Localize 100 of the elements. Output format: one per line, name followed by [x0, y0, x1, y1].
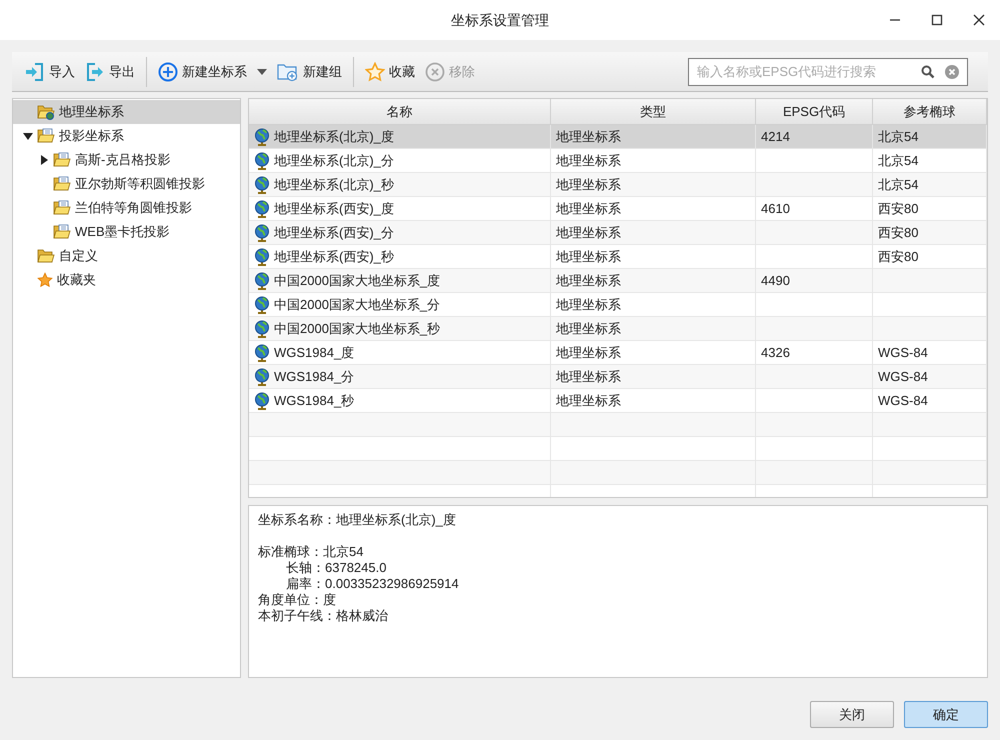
- globe-icon: [254, 176, 270, 194]
- table-cell-text: 地理坐标系: [556, 248, 621, 266]
- collapsed-arrow-icon[interactable]: [40, 155, 48, 165]
- globe-icon: [254, 128, 270, 146]
- window-title: 坐标系设置管理: [451, 10, 549, 30]
- detail-value: 格林威治: [336, 607, 388, 626]
- table-cell-text: WGS1984_度: [274, 344, 354, 362]
- table-cell-text: 地理坐标系: [556, 320, 621, 338]
- table-cell-text: 地理坐标系: [556, 344, 621, 362]
- detail-value: 北京54: [323, 543, 364, 562]
- import-icon: [25, 62, 45, 82]
- table-cell-text: 地理坐标系: [556, 296, 621, 314]
- table-row[interactable]: 地理坐标系(北京)_度 地理坐标系 4214 北京54: [249, 125, 987, 149]
- table-row[interactable]: 地理坐标系(西安)_分 地理坐标系 西安80: [249, 221, 987, 245]
- globe-icon: [254, 344, 270, 362]
- toolbar-button[interactable]: 新建坐标系: [154, 56, 271, 86]
- table-cell-text: 地理坐标系: [556, 128, 621, 146]
- table-cell-text: WGS-84: [878, 392, 928, 410]
- table-cell-text: 北京54: [878, 176, 918, 194]
- table-row[interactable]: 地理坐标系(西安)_秒 地理坐标系 西安80: [249, 245, 987, 269]
- toolbar-button[interactable]: 收藏: [361, 56, 419, 86]
- export-icon: [85, 62, 105, 82]
- table-cell-text: 地理坐标系(西安)_秒: [274, 248, 394, 266]
- star-icon: [365, 62, 385, 82]
- table-cell-text: 北京54: [878, 128, 918, 146]
- folder-grid-icon: [53, 224, 71, 240]
- globe-icon: [254, 368, 270, 386]
- folder-grid-icon: [37, 128, 55, 144]
- globe-icon: [254, 392, 270, 410]
- tree-item[interactable]: 收藏夹: [13, 268, 240, 292]
- table-cell-text: 地理坐标系: [556, 176, 621, 194]
- search-input[interactable]: 输入名称或EPSG代码进行搜索: [697, 62, 921, 82]
- detail-label: 本初子午线：: [258, 607, 336, 626]
- search-icon[interactable]: [921, 64, 935, 78]
- table-cell-text: 地理坐标系: [556, 224, 621, 242]
- tree-item[interactable]: 高斯-克吕格投影: [13, 148, 240, 172]
- table-cell-text: 地理坐标系(北京)_秒: [274, 176, 394, 194]
- detail-label: 坐标系名称：: [258, 511, 336, 530]
- table-row[interactable]: WGS1984_度 地理坐标系 4326 WGS-84: [249, 341, 987, 365]
- table-cell-text: 地理坐标系(北京)_度: [274, 128, 394, 146]
- tree-item[interactable]: 兰伯特等角圆锥投影: [13, 196, 240, 220]
- table-row[interactable]: 地理坐标系(北京)_秒 地理坐标系 北京54: [249, 173, 987, 197]
- detail-label: 扁率：: [286, 575, 325, 593]
- close-icon[interactable]: [973, 14, 985, 26]
- globe-icon: [254, 320, 270, 338]
- maximize-icon[interactable]: [931, 14, 943, 26]
- table-row[interactable]: WGS1984_秒 地理坐标系 WGS-84: [249, 389, 987, 413]
- table-cell-text: WGS-84: [878, 368, 928, 386]
- detail-value: 6378245.0: [325, 559, 386, 578]
- detail-value: 度: [323, 591, 336, 610]
- column-header[interactable]: EPSG代码: [756, 99, 873, 125]
- table-row[interactable]: 地理坐标系(西安)_度 地理坐标系 4610 西安80: [249, 197, 987, 221]
- globe-icon: [254, 152, 270, 170]
- table-row[interactable]: 中国2000国家大地坐标系_分 地理坐标系: [249, 293, 987, 317]
- table-cell-text: 中国2000国家大地坐标系_分: [274, 296, 440, 314]
- column-header[interactable]: 参考椭球: [873, 99, 987, 125]
- table-cell-text: 地理坐标系(西安)_度: [274, 200, 394, 218]
- tree-item[interactable]: 地理坐标系: [13, 100, 240, 124]
- table-cell-text: 4326: [761, 344, 790, 362]
- tree-item[interactable]: 自定义: [13, 244, 240, 268]
- table-cell-text: 北京54: [878, 152, 918, 170]
- detail-value: 地理坐标系(北京)_度: [336, 511, 456, 530]
- globe-icon: [254, 200, 270, 218]
- folder-globe-icon: [37, 104, 55, 120]
- folder-grid-icon: [53, 152, 71, 168]
- globe-icon: [254, 272, 270, 290]
- toolbar-button[interactable]: 新建组: [273, 56, 346, 86]
- dialog-button[interactable]: 关闭: [810, 701, 894, 728]
- table-cell-text: 地理坐标系: [556, 152, 621, 170]
- table-cell-text: 地理坐标系: [556, 368, 621, 386]
- detail-value: 0.00335232986925914: [325, 575, 459, 593]
- table-cell-text: 地理坐标系: [556, 200, 621, 218]
- detail-label: 长轴：: [286, 559, 325, 577]
- folder-icon: [37, 248, 55, 264]
- globe-icon: [254, 224, 270, 242]
- table-cell-text: 中国2000国家大地坐标系_秒: [274, 320, 440, 338]
- search-field[interactable]: 输入名称或EPSG代码进行搜索: [688, 58, 968, 86]
- toolbar-button[interactable]: 导出: [81, 56, 139, 86]
- table-cell-text: 4214: [761, 128, 790, 146]
- table-cell-text: 地理坐标系(北京)_分: [274, 152, 394, 170]
- column-header[interactable]: 类型: [551, 99, 756, 125]
- globe-icon: [254, 296, 270, 314]
- table-cell-text: WGS1984_分: [274, 368, 354, 386]
- table-cell-text: 中国2000国家大地坐标系_度: [274, 272, 440, 290]
- table-cell-text: 地理坐标系: [556, 392, 621, 410]
- table-cell-text: WGS-84: [878, 344, 928, 362]
- toolbar-button[interactable]: 导入: [21, 56, 79, 86]
- table-row[interactable]: WGS1984_分 地理坐标系 WGS-84: [249, 365, 987, 389]
- clear-icon[interactable]: [945, 64, 959, 78]
- table-row[interactable]: 中国2000国家大地坐标系_秒 地理坐标系: [249, 317, 987, 341]
- dialog-button[interactable]: 确定: [904, 701, 988, 728]
- folder-grid-icon: [53, 200, 71, 216]
- tree-item[interactable]: 投影坐标系: [13, 124, 240, 148]
- tree-item[interactable]: WEB墨卡托投影: [13, 220, 240, 244]
- table-row[interactable]: 地理坐标系(北京)_分 地理坐标系 北京54: [249, 149, 987, 173]
- close-circle-icon: [425, 62, 445, 82]
- expanded-arrow-icon[interactable]: [23, 132, 33, 140]
- column-header[interactable]: 名称: [249, 99, 551, 125]
- table-row[interactable]: 中国2000国家大地坐标系_度 地理坐标系 4490: [249, 269, 987, 293]
- tree-item[interactable]: 亚尔勃斯等积圆锥投影: [13, 172, 240, 196]
